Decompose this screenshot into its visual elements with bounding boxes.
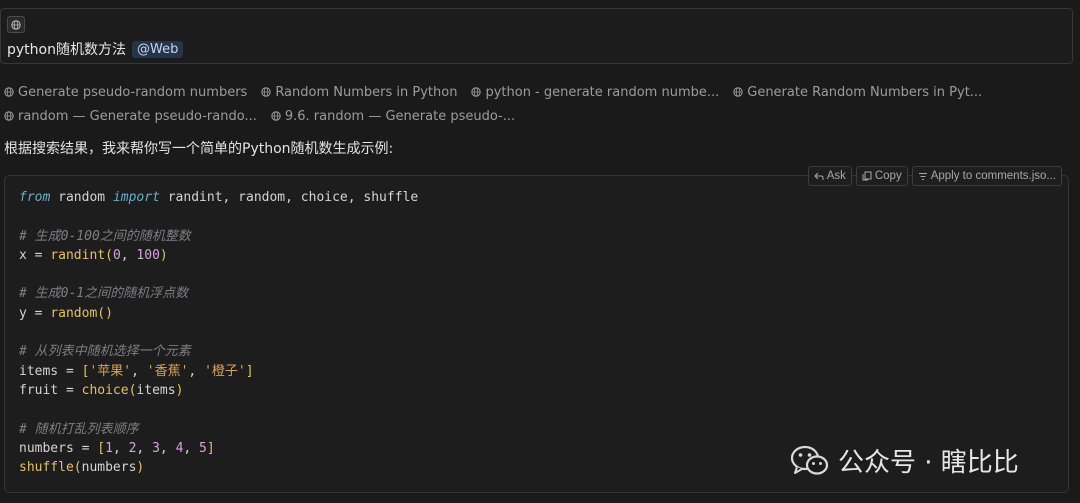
globe-icon: [11, 19, 21, 30]
code-text: ,: [159, 440, 176, 456]
apply-label: Apply to comments.jso...: [930, 170, 1056, 182]
wechat-icon: [790, 445, 829, 475]
source-title: Random Numbers in Python: [275, 84, 458, 100]
code-text: ,: [120, 247, 137, 263]
web-search-toggle[interactable]: [7, 16, 25, 33]
source-title: python - generate random numbe...: [485, 84, 720, 100]
globe-icon: [4, 87, 14, 97]
apply-lines-icon: [918, 172, 927, 180]
web-context-tag[interactable]: @Web: [131, 40, 184, 58]
globe-icon: [733, 87, 743, 97]
query-string: python随机数方法: [7, 42, 126, 58]
code-function: random: [50, 305, 98, 321]
code-text: x =: [19, 247, 51, 263]
ask-label: Ask: [826, 170, 846, 182]
code-bracket: ]: [206, 440, 215, 456]
code-text: numbers =: [19, 440, 98, 456]
code-paren: ): [136, 460, 145, 476]
code-text: ,: [131, 363, 147, 379]
code-number: 0: [112, 247, 121, 263]
source-link[interactable]: Generate pseudo-random numbers: [4, 85, 247, 100]
code-content: from random import randint, random, choi…: [19, 188, 418, 477]
source-link[interactable]: random — Generate pseudo-rando...: [4, 109, 257, 124]
code-string: '苹果': [89, 363, 132, 379]
globe-icon: [4, 111, 14, 121]
watermark: 公众号 · 瞎比比: [790, 442, 1019, 479]
copy-button[interactable]: Copy: [855, 166, 908, 186]
code-function: choice: [81, 382, 129, 398]
source-title: Generate Random Numbers in Pyt...: [747, 84, 983, 100]
code-paren: ): [159, 247, 168, 263]
source-list: Generate pseudo-random numbers Random Nu…: [4, 80, 982, 128]
source-row: Generate pseudo-random numbers Random Nu…: [4, 80, 982, 104]
apply-button[interactable]: Apply to comments.jso...: [911, 166, 1062, 186]
code-number: 100: [136, 247, 160, 263]
code-comment: # 随机打乱列表顺序: [19, 421, 139, 437]
code-text: items =: [19, 363, 82, 379]
globe-icon: [261, 87, 272, 97]
code-bracket: ]: [245, 363, 254, 379]
code-text: ,: [136, 440, 153, 456]
code-text: fruit =: [19, 382, 82, 398]
code-text: ,: [188, 363, 205, 379]
code-string: '香蕉': [146, 363, 189, 379]
code-function: shuffle: [19, 460, 74, 476]
globe-icon: [471, 87, 482, 97]
source-title: 9.6. random — Generate pseudo-...: [284, 108, 516, 124]
copy-label: Copy: [874, 170, 902, 182]
code-text: randint, random, choice, shuffle: [167, 190, 419, 205]
code-function: randint: [50, 247, 106, 263]
code-number: 3: [152, 440, 160, 456]
code-string: '橙子': [204, 363, 246, 379]
source-link[interactable]: Generate Random Numbers in Pyt...: [733, 85, 982, 100]
source-row: random — Generate pseudo-rando... 9.6. r…: [4, 104, 982, 128]
copy-icon: [862, 171, 872, 181]
source-link[interactable]: 9.6. random — Generate pseudo-...: [271, 109, 515, 124]
globe-icon: [271, 111, 281, 121]
code-paren: ): [175, 382, 184, 398]
code-comment: # 生成0-100之间的随机整数: [19, 228, 191, 244]
code-text: ,: [183, 440, 200, 456]
code-bracket: [: [97, 440, 106, 456]
source-link[interactable]: python - generate random numbe...: [471, 85, 719, 100]
code-paren: (: [73, 460, 82, 476]
query-box[interactable]: python随机数方法 @Web: [0, 8, 1073, 64]
ask-button[interactable]: Ask: [807, 166, 852, 186]
code-paren: (): [97, 305, 113, 321]
code-text: ,: [112, 440, 129, 456]
watermark-text: 公众号 · 瞎比比: [838, 448, 1019, 478]
source-title: Generate pseudo-random numbers: [18, 84, 248, 100]
source-title: random — Generate pseudo-rando...: [18, 108, 257, 124]
code-text: items: [136, 382, 176, 398]
undo-arrow-icon: [813, 172, 824, 180]
code-text: numbers: [81, 460, 137, 476]
source-link[interactable]: Random Numbers in Python: [261, 85, 457, 100]
code-number: 1: [105, 440, 113, 456]
answer-intro: 根据搜索结果，我来帮你写一个简单的Python随机数生成示例:: [4, 141, 394, 157]
code-number: 5: [199, 440, 207, 456]
code-paren: (: [105, 247, 113, 263]
code-keyword: import: [112, 190, 160, 205]
query-text: python随机数方法 @Web: [7, 39, 184, 59]
code-actions: Ask Copy Apply to comments.jso...: [807, 166, 1062, 186]
code-keyword: from: [19, 190, 51, 205]
code-text: y =: [19, 305, 51, 321]
code-comment: # 从列表中随机选择一个元素: [19, 344, 191, 360]
code-text: random: [58, 190, 106, 205]
code-comment: # 生成0-1之间的随机浮点数: [19, 286, 189, 302]
